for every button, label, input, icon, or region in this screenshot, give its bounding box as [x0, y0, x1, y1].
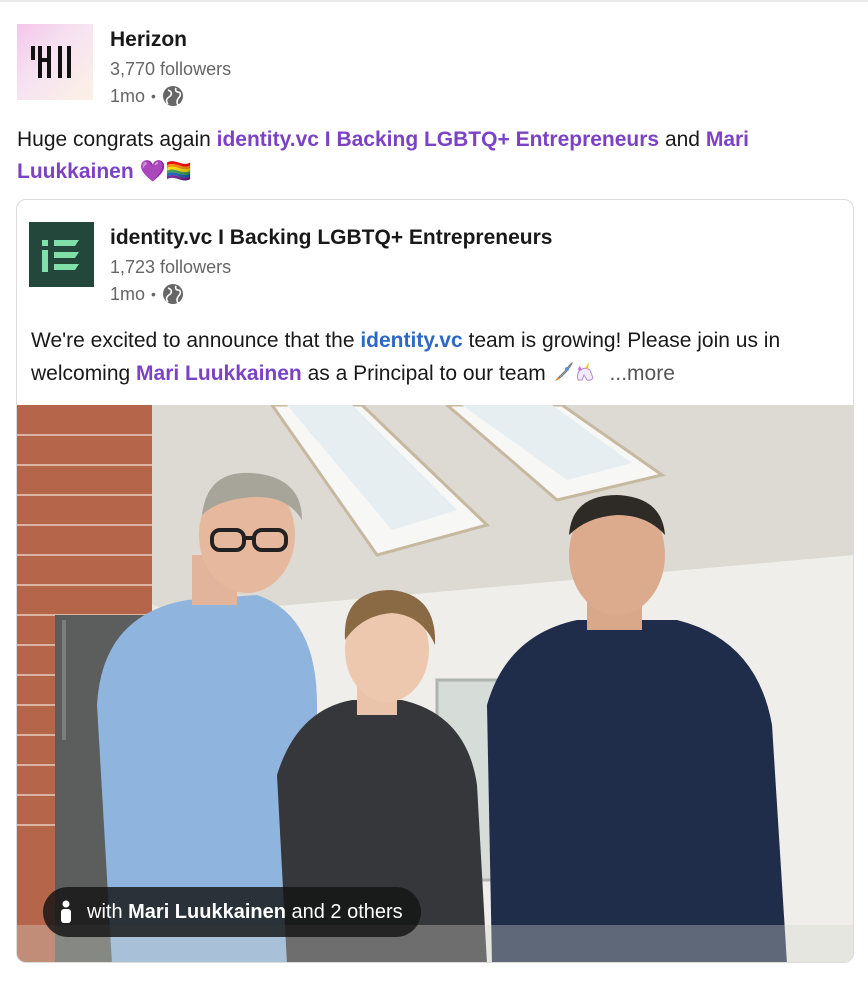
- top-divider: [0, 0, 868, 2]
- shared-post-text: We're excited to announce that the ident…: [31, 324, 831, 390]
- commentary-text: Huge congrats again: [17, 128, 217, 151]
- separator-dot: •: [151, 286, 156, 302]
- unicorn-icon: [576, 362, 594, 381]
- globe-icon: [162, 283, 184, 305]
- post-photo[interactable]: with Mari Luukkainen and 2 others: [17, 405, 853, 962]
- rocket-unicorn-emoji-icon: [552, 360, 596, 384]
- shared-text: as a Principal to our team: [301, 362, 552, 385]
- post-commentary: Huge congrats again identity.vc I Backin…: [17, 124, 837, 188]
- person-icon: [59, 900, 73, 924]
- mention-mari-luukkainen[interactable]: Mari Luukkainen: [136, 362, 302, 385]
- globe-icon: [162, 85, 184, 107]
- shared-post-time: 1mo: [110, 283, 146, 304]
- tag-suffix: and 2 others: [285, 900, 403, 923]
- tag-prefix: with: [87, 900, 129, 923]
- photo-tag-pill[interactable]: with Mari Luukkainen and 2 others: [43, 887, 421, 937]
- rocket-icon: [554, 362, 573, 381]
- identity-logo-icon[interactable]: [29, 222, 94, 287]
- herizon-logo-icon[interactable]: [17, 24, 93, 100]
- post-header: Herizon 3,770 followers 1mo •: [17, 24, 837, 106]
- shared-actor-name[interactable]: identity.vc I Backing LGBTQ+ Entrepreneu…: [110, 226, 552, 250]
- post-time: 1mo: [110, 85, 146, 106]
- identity-vc-link[interactable]: identity.vc: [360, 329, 462, 352]
- shared-actor-followers: 1,723 followers: [110, 257, 232, 277]
- shared-meta: 1mo •: [110, 282, 184, 306]
- photo-tag-text: with Mari Luukkainen and 2 others: [87, 901, 403, 924]
- tag-person-name: Mari Luukkainen: [128, 900, 286, 923]
- actor-meta: 1mo •: [110, 84, 184, 108]
- shared-post-card[interactable]: identity.vc I Backing LGBTQ+ Entrepreneu…: [16, 199, 854, 963]
- see-more-link[interactable]: ...more: [610, 362, 675, 385]
- actor-followers: 3,770 followers: [110, 59, 232, 79]
- shared-text: We're excited to announce that the: [31, 329, 361, 352]
- commentary-emoji: 💜🏳️‍🌈: [133, 160, 192, 183]
- mention-identity-vc[interactable]: identity.vc I Backing LGBTQ+ Entrepreneu…: [217, 128, 659, 151]
- separator-dot: •: [151, 88, 156, 104]
- actor-name[interactable]: Herizon: [110, 28, 187, 52]
- commentary-text: and: [659, 128, 706, 151]
